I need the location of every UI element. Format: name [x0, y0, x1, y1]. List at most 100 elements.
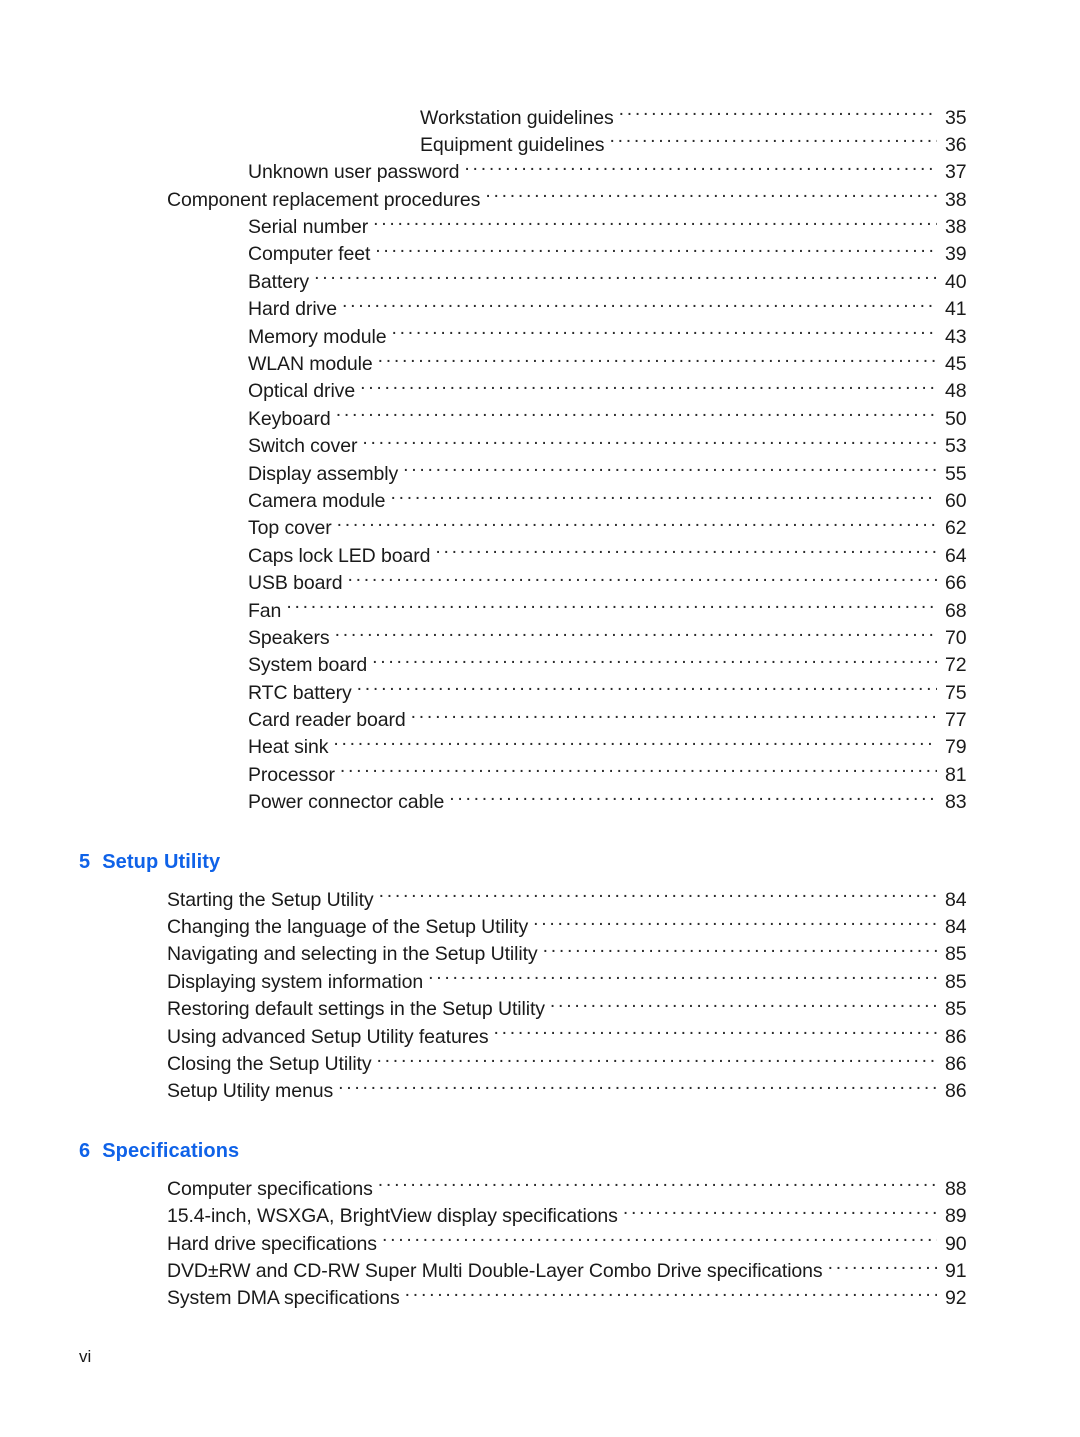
toc-entry[interactable]: Setup Utility menus 86: [167, 1078, 985, 1105]
toc-entry[interactable]: Starting the Setup Utility 84: [167, 886, 985, 913]
toc-entry[interactable]: System board 72: [248, 652, 985, 679]
toc-entry[interactable]: Speakers 70: [248, 624, 985, 651]
toc-entry[interactable]: 15.4-inch, WSXGA, BrightView display spe…: [167, 1203, 985, 1230]
toc-entry[interactable]: Power connector cable 83: [248, 789, 985, 816]
toc-entry[interactable]: Using advanced Setup Utility features 86: [167, 1023, 985, 1050]
toc-entry-page-number: 37: [945, 161, 967, 184]
toc-entry-title: Processor: [248, 763, 335, 786]
toc-entry-title: USB board: [248, 572, 343, 595]
toc-entry[interactable]: Fan 68: [248, 597, 985, 624]
toc-entry-page-number: 91: [945, 1259, 967, 1282]
dot-leader: [428, 968, 937, 988]
toc-entry[interactable]: Displaying system information 85: [167, 968, 985, 995]
toc-entry[interactable]: RTC battery 75: [248, 679, 985, 706]
toc-entry[interactable]: DVD±RW and CD-RW Super Multi Double-Laye…: [167, 1257, 985, 1284]
toc-entry[interactable]: Computer feet 39: [248, 241, 985, 268]
toc-entry[interactable]: Component replacement procedures 38: [167, 186, 985, 213]
toc-entry-title: Computer feet: [248, 243, 371, 266]
toc-entry-title: Hard drive: [248, 298, 337, 321]
toc-entry-title: Card reader board: [248, 709, 406, 732]
dot-leader: [550, 996, 937, 1016]
heading-spacer: [0, 877, 1080, 886]
dot-leader: [342, 296, 937, 316]
toc-entry[interactable]: Serial number 38: [248, 214, 985, 241]
toc-entry[interactable]: Hard drive specifications 90: [167, 1230, 985, 1257]
toc-entry-title: WLAN module: [248, 353, 373, 376]
toc-entry[interactable]: Navigating and selecting in the Setup Ut…: [167, 941, 985, 968]
dot-leader: [623, 1203, 937, 1223]
toc-entry[interactable]: Computer specifications 88: [167, 1175, 985, 1202]
chapter-title: Specifications: [102, 1140, 240, 1163]
toc-entry[interactable]: Memory module 43: [248, 323, 985, 350]
toc-entry-page-number: 66: [945, 572, 967, 595]
toc-entry-title: Speakers: [248, 626, 330, 649]
toc-entry-title: Workstation guidelines: [420, 106, 614, 129]
toc-entry-page-number: 64: [945, 544, 967, 567]
dot-leader: [338, 1078, 937, 1098]
toc-entry[interactable]: Changing the language of the Setup Utili…: [167, 914, 985, 941]
chapter-title: Setup Utility: [102, 851, 221, 874]
toc-entry-page-number: 85: [945, 998, 967, 1021]
toc-entry-title: Memory module: [248, 325, 387, 348]
toc-entry-page-number: 86: [945, 1025, 967, 1048]
toc-entry-page-number: 50: [945, 407, 967, 430]
document-page: Workstation guidelines35Equipment guidel…: [0, 0, 1080, 1437]
dot-leader: [609, 131, 937, 151]
toc-entry-title: Serial number: [248, 216, 369, 239]
toc-entry-title: Camera module: [248, 489, 386, 512]
chapter-heading[interactable]: 5 Setup Utility: [79, 847, 1080, 877]
toc-entry-page-number: 85: [945, 970, 967, 993]
dot-leader: [493, 1023, 937, 1043]
toc-entry[interactable]: Display assembly 55: [248, 460, 985, 487]
toc-entry-page-number: 90: [945, 1232, 967, 1255]
toc-entry-title: Using advanced Setup Utility features: [167, 1025, 489, 1048]
toc-entry[interactable]: Unknown user password 37: [248, 159, 985, 186]
toc-entry[interactable]: Closing the Setup Utility 86: [167, 1051, 985, 1078]
toc-entry-page-number: 81: [945, 763, 967, 786]
toc-entry-title: 15.4-inch, WSXGA, BrightView display spe…: [167, 1205, 618, 1228]
toc-entry-title: Battery: [248, 270, 310, 293]
toc-entry[interactable]: Hard drive 41: [248, 296, 985, 323]
toc-entry[interactable]: WLAN module 45: [248, 351, 985, 378]
toc-entry[interactable]: Top cover 62: [248, 515, 985, 542]
toc-entry-title: Equipment guidelines: [420, 133, 605, 156]
dot-leader: [405, 1285, 937, 1305]
toc-entry[interactable]: Battery 40: [248, 268, 985, 295]
dot-leader: [533, 914, 937, 934]
dot-leader: [435, 542, 937, 562]
dot-leader: [828, 1257, 937, 1277]
toc-entry-page-number: 85: [945, 943, 967, 966]
toc-entry[interactable]: Caps lock LED board 64: [248, 542, 985, 569]
dot-leader: [337, 515, 937, 535]
toc-entry[interactable]: Heat sink 79: [248, 734, 985, 761]
chapter-heading[interactable]: 6 Specifications: [79, 1136, 1080, 1166]
dot-leader: [382, 1230, 937, 1250]
toc-entry-title: Optical drive: [248, 380, 356, 403]
toc-entry[interactable]: Switch cover 53: [248, 433, 985, 460]
toc-entry[interactable]: USB board 66: [248, 570, 985, 597]
toc-entry[interactable]: Card reader board 77: [248, 707, 985, 734]
toc-entry[interactable]: System DMA specifications 92: [167, 1285, 985, 1312]
toc-entry-page-number: 35: [945, 106, 967, 129]
toc-entry[interactable]: Optical drive 48: [248, 378, 985, 405]
table-of-contents: Workstation guidelines35Equipment guidel…: [0, 104, 1080, 1312]
toc-entry-title: Displaying system information: [167, 970, 424, 993]
toc-entry[interactable]: Processor 81: [248, 761, 985, 788]
dot-leader: [378, 351, 937, 371]
toc-entry-page-number: 68: [945, 599, 967, 622]
dot-leader: [392, 323, 938, 343]
toc-entry[interactable]: Workstation guidelines 35: [420, 104, 985, 131]
toc-entry-page-number: 55: [945, 462, 967, 485]
dot-leader: [379, 886, 937, 906]
page-number-footer: vi: [79, 1347, 92, 1366]
dot-leader: [340, 761, 937, 781]
toc-entry[interactable]: Equipment guidelines 36: [420, 131, 985, 158]
dot-leader: [390, 487, 937, 507]
toc-entry[interactable]: Keyboard 50: [248, 405, 985, 432]
toc-entry-page-number: 53: [945, 435, 967, 458]
dot-leader: [286, 597, 937, 617]
toc-entry[interactable]: Restoring default settings in the Setup …: [167, 996, 985, 1023]
toc-entry-page-number: 39: [945, 243, 967, 266]
toc-entry[interactable]: Camera module 60: [248, 487, 985, 514]
dot-leader: [360, 378, 937, 398]
